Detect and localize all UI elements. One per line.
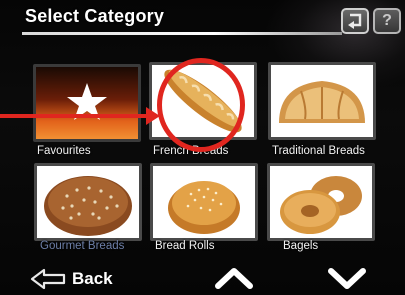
bread-category-screen: Select Category ? Favourites French Brea… bbox=[0, 0, 405, 295]
category-tile-bagels[interactable] bbox=[267, 163, 375, 241]
category-label-traditional-breads: Traditional Breads bbox=[272, 145, 365, 157]
category-tile-traditional-breads[interactable] bbox=[268, 62, 376, 140]
bread-roll-image bbox=[153, 166, 255, 238]
category-label-bagels: Bagels bbox=[283, 240, 319, 252]
chevron-down-icon bbox=[328, 268, 366, 289]
header-divider bbox=[22, 32, 342, 35]
star-icon bbox=[36, 67, 138, 139]
category-label-favourites: Favourites bbox=[37, 145, 91, 157]
back-button-label: Back bbox=[72, 269, 113, 288]
category-tile-gourmet-breads[interactable] bbox=[34, 163, 142, 241]
return-arrow-icon bbox=[348, 13, 362, 29]
loaf-image bbox=[271, 65, 373, 137]
category-label-bread-rolls: Bread Rolls bbox=[155, 240, 215, 252]
scroll-down-button[interactable] bbox=[327, 266, 367, 295]
category-tile-bread-rolls[interactable] bbox=[150, 163, 258, 241]
category-label-gourmet-breads: Gourmet Breads bbox=[40, 240, 125, 252]
bagels-image bbox=[270, 166, 372, 238]
annotation-highlight-circle bbox=[157, 58, 245, 152]
back-arrow-icon bbox=[30, 268, 66, 290]
return-button[interactable] bbox=[341, 8, 369, 34]
page-title: Select Category bbox=[25, 6, 165, 26]
help-button[interactable]: ? bbox=[373, 8, 401, 34]
round-seeded-bread-image bbox=[37, 166, 139, 238]
scroll-up-button[interactable] bbox=[214, 266, 254, 295]
chevron-up-icon bbox=[215, 268, 253, 289]
help-icon: ? bbox=[382, 12, 392, 29]
category-tile-favourites[interactable] bbox=[33, 64, 141, 142]
back-button[interactable]: Back bbox=[30, 268, 113, 290]
annotation-arrow-shaft bbox=[0, 114, 150, 118]
